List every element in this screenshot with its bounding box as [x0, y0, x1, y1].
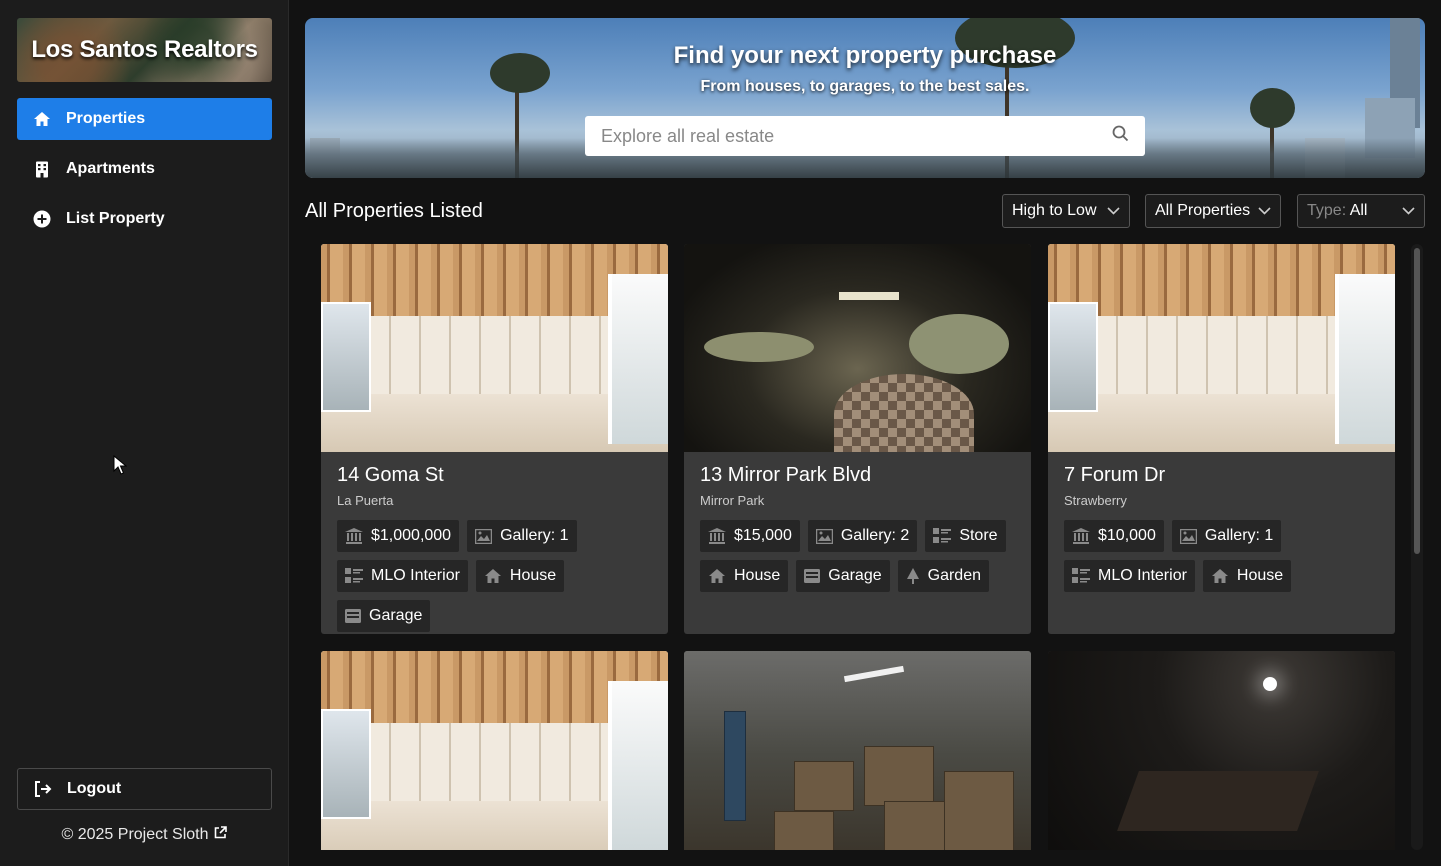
chevron-down-icon	[1107, 202, 1120, 220]
property-title: 7 Forum Dr	[1064, 464, 1166, 486]
hero-title: Find your next property purchase	[673, 42, 1057, 69]
property-card[interactable]	[1048, 651, 1395, 850]
mouse-cursor-icon	[113, 454, 128, 480]
garage-icon	[804, 569, 821, 583]
type-selection: Type: All	[1307, 202, 1367, 220]
tag-price: $15,000	[700, 520, 800, 552]
filter-dropdown[interactable]: All Properties	[1145, 194, 1281, 228]
chevron-down-icon	[1402, 202, 1415, 220]
interior-icon	[345, 568, 363, 583]
building-icon	[33, 160, 51, 178]
filter-value: All Properties	[1155, 202, 1251, 219]
tag-gallery: Gallery: 2	[807, 520, 918, 552]
property-area: Strawberry	[1064, 493, 1127, 508]
property-image	[321, 244, 668, 452]
property-card[interactable]: 13 Mirror Park Blvd Mirror Park $15,000 …	[684, 244, 1031, 634]
brand-logo[interactable]: Los Santos Realtors	[17, 18, 272, 82]
image-icon	[1179, 528, 1197, 544]
sidebar-item-apartments[interactable]: Apartments	[17, 148, 272, 190]
property-card[interactable]: 14 Goma St La Puerta $1,000,000 Gallery:…	[321, 244, 668, 634]
type-label: Type:	[1307, 202, 1347, 219]
image-icon	[475, 528, 493, 544]
bank-icon	[1072, 528, 1090, 544]
tag-price: $10,000	[1064, 520, 1164, 552]
property-image	[684, 244, 1031, 452]
sidebar-item-label: Apartments	[66, 160, 155, 177]
brand-title: Los Santos Realtors	[31, 36, 258, 63]
footer-link[interactable]: © 2025 Project Sloth	[17, 826, 272, 844]
property-area: La Puerta	[337, 493, 394, 508]
garage-icon	[345, 609, 361, 623]
sort-dropdown[interactable]: High to Low	[1002, 194, 1130, 228]
sort-value: High to Low	[1012, 202, 1097, 219]
tag-garden: Garden	[897, 560, 989, 592]
search-input[interactable]	[601, 125, 1112, 147]
tag-gallery: Gallery: 1	[467, 520, 577, 552]
property-image	[1048, 244, 1395, 452]
grid-scrollbar[interactable]	[1411, 244, 1423, 850]
sidebar-item-label: Properties	[66, 110, 146, 127]
tag-gallery: Gallery: 1	[1171, 520, 1282, 552]
tag-garage: Garage	[337, 600, 431, 632]
tree-icon	[906, 568, 919, 584]
type-dropdown[interactable]: Type: All	[1297, 194, 1425, 228]
plus-circle-icon	[33, 210, 51, 228]
property-card[interactable]	[321, 651, 668, 850]
tag-garage: Garage	[796, 560, 890, 592]
property-area: Mirror Park	[700, 493, 765, 508]
tag-store: Store	[925, 520, 1006, 552]
property-card[interactable]: 7 Forum Dr Strawberry $10,000 Gallery: 1…	[1048, 244, 1395, 634]
interior-icon	[933, 528, 952, 543]
sidebar-item-properties[interactable]: Properties	[17, 98, 272, 140]
tag-interior: MLO Interior	[1064, 560, 1195, 592]
house-icon	[1211, 569, 1228, 583]
property-card[interactable]	[684, 651, 1031, 850]
hero-subtitle: From houses, to garages, to the best sal…	[700, 78, 1030, 95]
house-icon	[709, 569, 725, 583]
type-value: All	[1349, 202, 1368, 219]
tag-house: House	[475, 560, 565, 592]
home-icon	[33, 110, 51, 128]
bank-icon	[708, 528, 726, 544]
logout-icon	[34, 780, 52, 798]
image-icon	[815, 528, 833, 544]
tag-house: House	[700, 560, 789, 592]
external-link-icon	[214, 826, 228, 844]
chevron-down-icon	[1258, 202, 1271, 220]
sidebar-item-list-property[interactable]: List Property	[17, 198, 272, 240]
sidebar-item-label: List Property	[66, 210, 165, 227]
interior-icon	[1072, 568, 1090, 583]
house-icon	[484, 569, 501, 583]
property-image	[1048, 651, 1395, 850]
logout-button[interactable]: Logout	[17, 768, 272, 810]
tag-price: $1,000,000	[337, 520, 460, 552]
sidebar-nav: Properties Apartments List Property	[17, 98, 272, 248]
logout-label: Logout	[67, 780, 122, 797]
hero-banner: Find your next property purchase From ho…	[305, 18, 1425, 178]
property-image	[321, 651, 668, 850]
tag-interior: MLO Interior	[337, 560, 468, 592]
property-title: 13 Mirror Park Blvd	[700, 464, 872, 486]
scroll-thumb[interactable]	[1414, 248, 1420, 554]
search-bar[interactable]	[585, 116, 1145, 156]
search-icon[interactable]	[1112, 125, 1129, 147]
bank-icon	[345, 528, 363, 544]
footer-text: © 2025 Project Sloth	[61, 826, 209, 843]
property-image	[684, 651, 1031, 850]
tag-house: House	[1202, 560, 1292, 592]
section-title: All Properties Listed	[305, 200, 483, 222]
property-title: 14 Goma St	[337, 464, 444, 486]
property-grid: 14 Goma St La Puerta $1,000,000 Gallery:…	[321, 244, 1396, 850]
sidebar: Los Santos Realtors Properties Apartment…	[0, 0, 289, 866]
